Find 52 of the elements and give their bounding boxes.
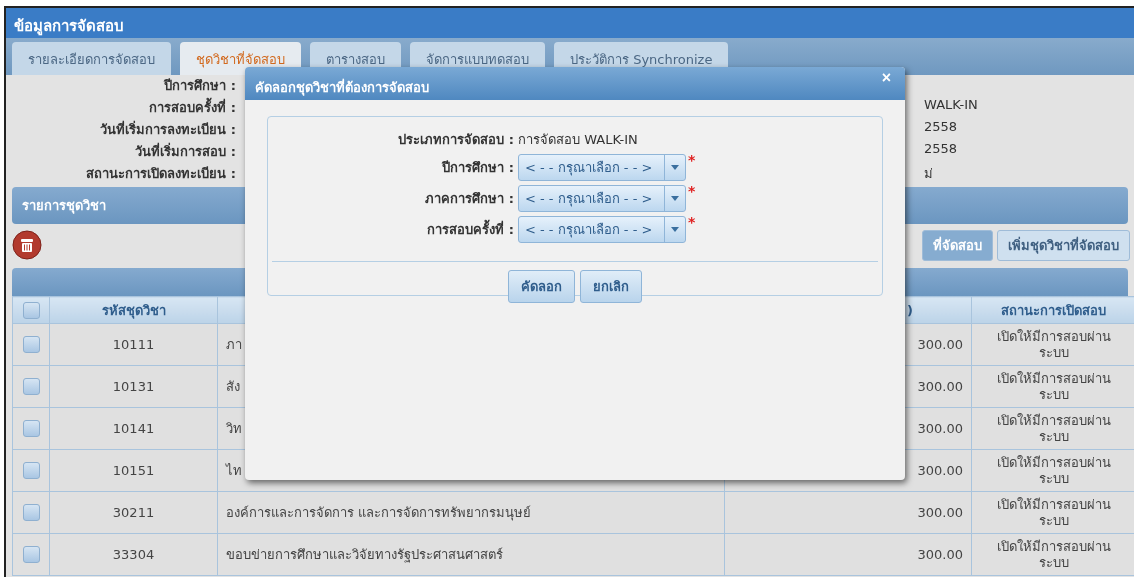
field-label: ปีการศึกษา : (440, 159, 515, 177)
info-value: 2558 (923, 140, 959, 158)
checkbox[interactable] (22, 378, 40, 395)
tab[interactable]: รายละเอียดการจัดสอบ (12, 42, 171, 75)
table-cell: เปิดให้มีการสอบผ่านระบบ (971, 449, 1134, 492)
window-title: ข้อมูลการจัดสอบ (6, 8, 1134, 38)
table-cell: องค์การและการจัดการ และการจัดการทรัพยากรมนุษย์ (217, 491, 725, 534)
checkbox[interactable] (22, 301, 40, 319)
table-cell: เปิดให้มีการสอบผ่านระบบ (971, 533, 1134, 576)
table-cell: 10111 (49, 323, 218, 366)
cancel-button[interactable]: ยกเลิก (580, 270, 642, 303)
info-label: สถานะการเปิดลงทะเบียน : (85, 164, 236, 183)
info-value: ม่ (923, 164, 934, 183)
field-value: การจัดสอบ WALK-IN (518, 131, 639, 149)
dialog-title: คัดลอกชุดวิชาที่ต้องการจัดสอบ (255, 77, 429, 98)
trash-icon[interactable] (12, 230, 42, 260)
info-label: การสอบครั้งที่ : (148, 96, 236, 117)
checkbox[interactable] (22, 336, 40, 353)
select-field[interactable]: < - - กรุณาเลือก - - > (518, 216, 686, 243)
table-cell: 300.00 (724, 491, 972, 534)
field-label: ประเภทการจัดสอบ : (397, 131, 515, 149)
field-label: ภาคการศึกษา : (424, 190, 515, 208)
info-value: WALK-IN (923, 96, 979, 114)
table-cell: 30211 (49, 491, 218, 534)
info-label: วันที่เริ่มการลงทะเบียน : (99, 119, 236, 139)
required-mark: * (688, 185, 696, 197)
info-label: ปีการศึกษา : (162, 76, 236, 95)
table-cell: 10131 (49, 365, 218, 408)
add-subject-button[interactable]: เพิ่มชุดวิชาที่จัดสอบ (997, 229, 1130, 261)
info-label: วันที่เริ่มการสอบ : (134, 141, 236, 161)
copy-button[interactable]: คัดลอก (508, 270, 575, 303)
info-value: 2558 (923, 118, 959, 136)
table-cell: 33304 (49, 533, 218, 576)
table-cell: ขอบข่ายการศึกษาและวิจัยทางรัฐประศาสนศาสตร์ (217, 533, 725, 576)
close-button[interactable]: × (877, 69, 895, 87)
delete-subjects-button[interactable]: ที่จัดสอบ (922, 229, 993, 261)
checkbox[interactable] (22, 462, 40, 479)
checkbox[interactable] (22, 546, 40, 563)
table-cell: 300.00 (724, 533, 972, 576)
table-cell: 10141 (49, 407, 218, 450)
select-field[interactable]: < - - กรุณาเลือก - - > (518, 154, 686, 181)
checkbox[interactable] (22, 504, 40, 521)
column-header: รหัสชุดวิชา (49, 296, 218, 324)
table-cell: เปิดให้มีการสอบผ่านระบบ (971, 491, 1134, 534)
table-cell: เปิดให้มีการสอบผ่านระบบ (971, 407, 1134, 450)
table-cell: เปิดให้มีการสอบผ่านระบบ (971, 323, 1134, 366)
column-header: สถานะการเปิดสอบ (971, 296, 1134, 324)
table-cell: 10151 (49, 449, 218, 492)
checkbox[interactable] (22, 420, 40, 437)
select-field[interactable]: < - - กรุณาเลือก - - > (518, 185, 686, 212)
required-mark: * (688, 154, 696, 166)
table-cell: เปิดให้มีการสอบผ่านระบบ (971, 365, 1134, 408)
